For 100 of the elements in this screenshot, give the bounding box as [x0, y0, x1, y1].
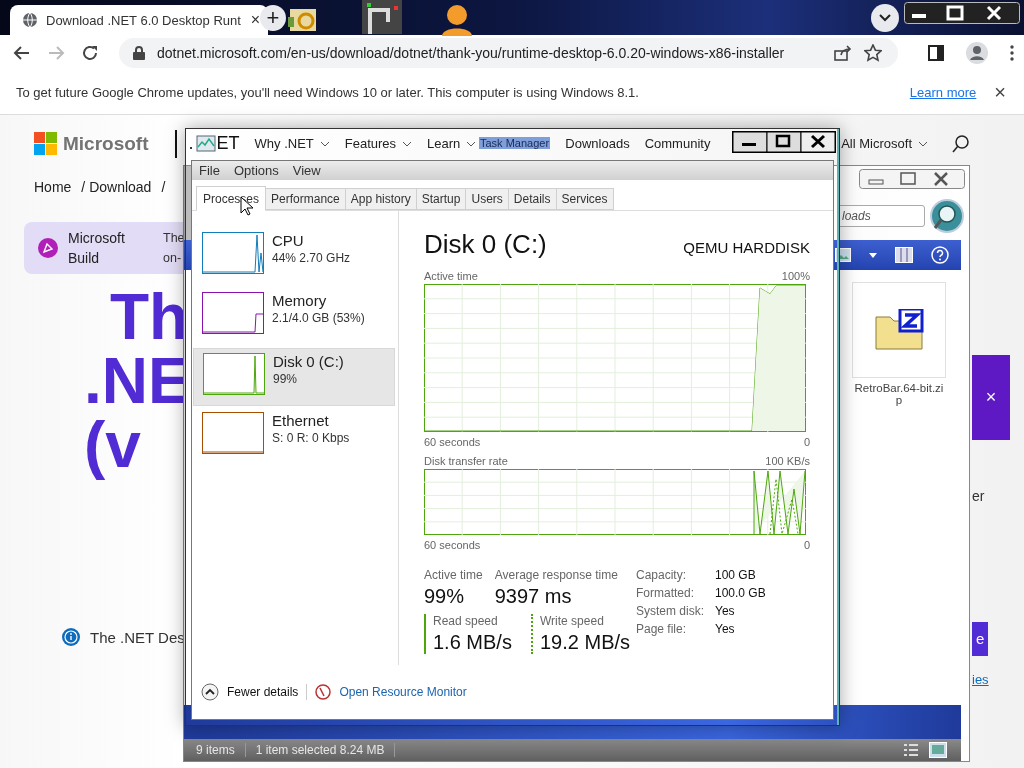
- menu-icon[interactable]: [1010, 44, 1014, 61]
- nav-link[interactable]: All Microsoft: [841, 136, 928, 151]
- microsoft-logo-icon[interactable]: [34, 132, 57, 155]
- axis-label: 0: [803, 436, 810, 450]
- stat-label: Read speed: [433, 614, 499, 628]
- menu-item[interactable]: View: [292, 163, 321, 178]
- axis-label: 100 KB/s: [765, 455, 810, 469]
- profile-icon[interactable]: [966, 41, 988, 64]
- share-icon[interactable]: [834, 44, 852, 61]
- reload-icon[interactable]: [81, 43, 99, 62]
- stat-label: Write speed: [540, 614, 605, 628]
- chevron-up-icon: [201, 683, 219, 701]
- nav-link[interactable]: Community: [644, 136, 711, 151]
- tab[interactable]: App history: [344, 188, 417, 210]
- disk-title: Disk 0 (C:): [424, 229, 547, 260]
- fewer-details-button[interactable]: Fewer details: [201, 683, 299, 701]
- resource-item[interactable]: Ethernet S: 0 R: 0 Kbps: [193, 408, 395, 466]
- stat-value: 9397 ms: [494, 585, 573, 608]
- banner-text: The: [163, 230, 185, 247]
- chevron-down-icon: [918, 140, 928, 147]
- disk-model: QEMU HARDDISK: [683, 239, 810, 256]
- download-button[interactable]: e: [972, 622, 989, 656]
- stat-value: 1.6 MB/s: [433, 631, 513, 654]
- globe-icon: [22, 12, 38, 28]
- address-field[interactable]: dotnet.microsoft.com/en-us/download/dotnet/thank-you/runtime-desktop-6.0.20-windows-x86-installer: [119, 37, 898, 68]
- resource-item[interactable]: Memory 2.1/4.0 GB (53%): [193, 288, 395, 346]
- pane-icon[interactable]: [895, 247, 913, 263]
- tab[interactable]: Details: [507, 188, 557, 210]
- large-icons-view-icon[interactable]: [929, 742, 947, 758]
- breadcrumb-link[interactable]: / Download: [81, 179, 152, 195]
- resource-detail: S: 0 R: 0 Kbps: [272, 431, 350, 445]
- axis-label: 100%: [781, 270, 810, 284]
- window-controls-icon[interactable]: [904, 2, 1020, 24]
- window-title: Task Manager: [479, 137, 551, 149]
- person-icon[interactable]: [440, 2, 474, 36]
- chart-label: Active time: [424, 270, 478, 284]
- page-heading: .NE: [84, 350, 191, 412]
- tab[interactable]: Users: [465, 188, 509, 210]
- tab[interactable]: Services: [555, 188, 614, 210]
- search-icon[interactable]: [952, 134, 970, 153]
- chevron-down-icon[interactable]: [870, 2, 900, 33]
- chart-label: Disk transfer rate: [424, 455, 508, 469]
- stat-value: 19.2 MB/s: [540, 631, 632, 654]
- chevron-down-icon: [319, 140, 330, 147]
- resource-detail: 44% 2.70 GHz: [272, 251, 351, 265]
- property-label: System disk:: [636, 604, 705, 618]
- close-icon[interactable]: ×: [250, 11, 260, 29]
- property-value: Yes: [715, 604, 736, 618]
- body-text: er: [972, 488, 985, 504]
- breadcrumb-link[interactable]: Home: [34, 179, 72, 195]
- close-icon[interactable]: ×: [985, 387, 997, 408]
- property-label: Capacity:: [636, 568, 688, 582]
- party-icon: [38, 238, 58, 258]
- menu-item[interactable]: File: [199, 163, 220, 178]
- new-tab-button[interactable]: +: [260, 5, 286, 31]
- caret-icon[interactable]: [869, 252, 877, 258]
- tab[interactable]: Performance: [265, 188, 346, 210]
- property-value: 100.0 GB: [715, 586, 766, 600]
- logo-text[interactable]: ET: [216, 133, 240, 154]
- brand-name[interactable]: Microsoft: [63, 132, 149, 155]
- nav-link[interactable]: Why .NET: [254, 136, 330, 151]
- side-panel-icon[interactable]: [928, 44, 944, 61]
- chart-icon: [196, 135, 216, 153]
- window-icon[interactable]: [362, 0, 402, 34]
- page-heading: Th: [109, 286, 189, 348]
- resource-monitor-link[interactable]: Open Resource Monitor: [339, 685, 467, 699]
- logo-text[interactable]: .: [188, 133, 194, 154]
- nav-link[interactable]: Features: [344, 136, 413, 151]
- text-link[interactable]: ies: [972, 672, 989, 687]
- axis-label: 60 seconds: [424, 539, 481, 553]
- tab[interactable]: Startup: [415, 188, 467, 210]
- star-icon[interactable]: [864, 43, 882, 62]
- axis-label: 0: [803, 539, 810, 553]
- search-icon[interactable]: [929, 198, 965, 234]
- breadcrumb-link[interactable]: /: [161, 179, 166, 195]
- browser-tab[interactable]: Download .NET 6.0 Desktop Runt ×: [10, 5, 268, 35]
- resource-item[interactable]: CPU 44% 2.70 GHz: [193, 228, 395, 286]
- nav-link[interactable]: Downloads: [565, 136, 630, 151]
- resource-item[interactable]: Disk 0 (C:) 99%: [193, 348, 395, 406]
- chevron-down-icon: [402, 140, 413, 147]
- window-controls-icon[interactable]: [732, 131, 836, 153]
- menu-item[interactable]: Options: [233, 163, 279, 178]
- nav-link[interactable]: Learn: [427, 136, 477, 151]
- property-label: Page file:: [636, 622, 688, 636]
- search-field[interactable]: loads: [837, 205, 925, 227]
- learn-more-link[interactable]: Learn more: [909, 84, 977, 100]
- close-icon[interactable]: ×: [994, 80, 1006, 104]
- resource-detail: 2.1/4.0 GB (53%): [272, 311, 365, 325]
- chevron-down-icon: [466, 140, 477, 147]
- info-icon: [62, 628, 80, 646]
- zip-folder-icon: [874, 309, 924, 351]
- tab-title: Download .NET 6.0 Desktop Runt: [46, 12, 242, 28]
- resource-name: Ethernet: [272, 412, 330, 429]
- window-controls-icon[interactable]: [859, 169, 965, 189]
- help-icon[interactable]: [931, 246, 949, 264]
- zip-file-tile[interactable]: RetroBar.64-bit.zip: [849, 282, 949, 406]
- stat-label: Active time: [424, 568, 483, 582]
- resource-detail: 99%: [273, 372, 299, 386]
- back-arrow-icon[interactable]: [13, 43, 31, 62]
- details-view-icon[interactable]: [903, 743, 919, 757]
